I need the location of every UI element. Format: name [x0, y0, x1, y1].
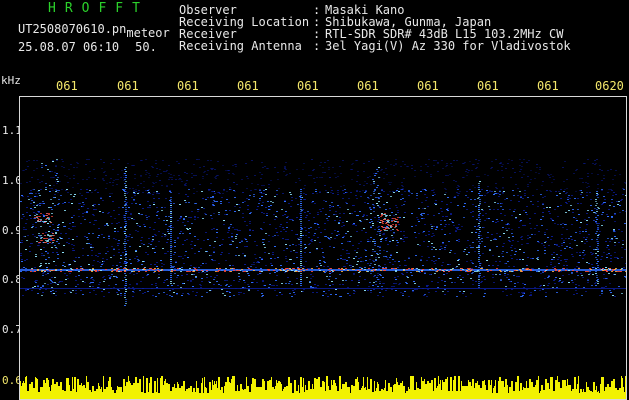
mode-label: meteor [126, 26, 170, 40]
time-tick: 061 [117, 79, 139, 93]
time-tick: 061 [177, 79, 199, 93]
time-tick: 061 [297, 79, 319, 93]
time-tick: 061 [417, 79, 439, 93]
spectrogram-canvas [20, 159, 626, 399]
spectrogram-window: HROFFT UT2508070610.pnmeteor 25.08.07 06… [0, 0, 629, 400]
frequency-unit-label: kHz [1, 74, 21, 87]
time-tick: 061 [357, 79, 379, 93]
date-time: 25.08.07 06:10 [18, 40, 120, 54]
antenna-value: 3el Yagi(V) Az 330 for Vladivostok [325, 39, 571, 53]
time-tick: 061 [56, 79, 78, 93]
date-time-info: 25.08.07 06:10 50. [18, 40, 157, 54]
file-info: UT2508070610.pnmeteor [18, 22, 170, 40]
time-tick: 0620 [595, 79, 624, 93]
file-name: UT2508070610.pn [18, 22, 127, 36]
time-tick: 061 [477, 79, 499, 93]
separator: : [313, 39, 321, 53]
duration: 50. [135, 40, 157, 54]
time-tick: 061 [237, 79, 259, 93]
antenna-label: Receiving Antenna [179, 39, 302, 53]
spectrogram-plot [19, 96, 627, 400]
time-tick: 061 [537, 79, 559, 93]
antenna-row: Receiving Antenna : 3el Yagi(V) Az 330 f… [179, 40, 571, 52]
metadata-block: Observer : Masaki Kano Receiving Locatio… [179, 4, 571, 52]
app-title: HROFFT [48, 1, 149, 16]
